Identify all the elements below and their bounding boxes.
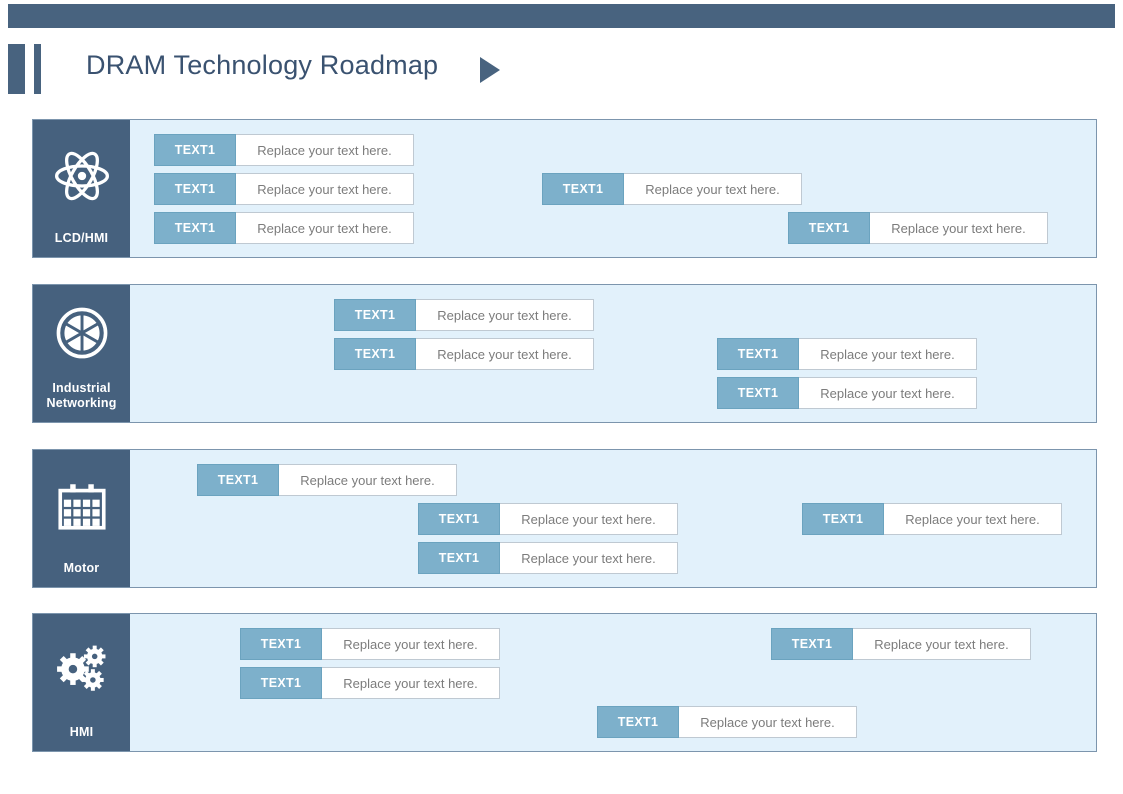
milestone-chip-tag[interactable]: TEXT1	[771, 628, 853, 660]
row-category-label: Motor	[63, 561, 100, 576]
row-category-label: Industrial Networking	[46, 380, 117, 411]
row-category-label: LCD/HMI	[54, 231, 109, 246]
milestone-chip[interactable]: TEXT1 Replace your text here.	[788, 212, 1048, 244]
title-mark-thin	[34, 44, 41, 94]
milestone-chip-tag[interactable]: TEXT1	[418, 503, 500, 535]
gears-icon	[33, 614, 130, 725]
milestone-chip[interactable]: TEXT1 Replace your text here.	[542, 173, 802, 205]
milestone-chip-text[interactable]: Replace your text here.	[279, 464, 457, 496]
row-timeline-body: TEXT1 Replace your text here. TEXT1 Replace…	[130, 285, 1096, 422]
milestone-chip-tag[interactable]: TEXT1	[334, 299, 416, 331]
milestone-chip[interactable]: TEXT1 Replace your text here.	[334, 299, 594, 331]
milestone-chip[interactable]: TEXT1 Replace your text here.	[334, 338, 594, 370]
milestone-chip-text[interactable]: Replace your text here.	[799, 338, 977, 370]
milestone-chip-text[interactable]: Replace your text here.	[236, 173, 414, 205]
milestone-chip-text[interactable]: Replace your text here.	[884, 503, 1062, 535]
milestone-chip-text[interactable]: Replace your text here.	[416, 338, 594, 370]
milestone-chip-text[interactable]: Replace your text here.	[870, 212, 1048, 244]
roadmap-row: Industrial Networking TEXT1 Replace your t…	[32, 284, 1097, 423]
row-icon-panel: HMI	[33, 614, 130, 751]
row-timeline-body: TEXT1 Replace your text here. TEXT1 Replace…	[130, 450, 1096, 587]
milestone-chip-text[interactable]: Replace your text here.	[236, 212, 414, 244]
milestone-chip-text[interactable]: Replace your text here.	[236, 134, 414, 166]
row-icon-panel: LCD/HMI	[33, 120, 130, 257]
milestone-chip-text[interactable]: Replace your text here.	[500, 503, 678, 535]
atom-icon	[33, 120, 130, 231]
milestone-chip-text[interactable]: Replace your text here.	[679, 706, 857, 738]
milestone-chip-text[interactable]: Replace your text here.	[624, 173, 802, 205]
milestone-chip-text[interactable]: Replace your text here.	[799, 377, 977, 409]
milestone-chip[interactable]: TEXT1 Replace your text here.	[802, 503, 1062, 535]
row-icon-panel: Motor	[33, 450, 130, 587]
milestone-chip-tag[interactable]: TEXT1	[154, 212, 236, 244]
milestone-chip-tag[interactable]: TEXT1	[334, 338, 416, 370]
milestone-chip[interactable]: TEXT1 Replace your text here.	[154, 134, 414, 166]
milestone-chip-tag[interactable]: TEXT1	[240, 628, 322, 660]
row-timeline-body: TEXT1 Replace your text here. TEXT1 Replace…	[130, 120, 1096, 257]
roadmap-row: LCD/HMI TEXT1 Replace your text here. TEXT1…	[32, 119, 1097, 258]
row-icon-panel: Industrial Networking	[33, 285, 130, 422]
milestone-chip[interactable]: TEXT1 Replace your text here.	[597, 706, 857, 738]
milestone-chip-tag[interactable]: TEXT1	[154, 173, 236, 205]
aperture-icon	[33, 285, 130, 381]
row-timeline-body: TEXT1 Replace your text here. TEXT1 Replace…	[130, 614, 1096, 751]
milestone-chip[interactable]: TEXT1 Replace your text here.	[771, 628, 1031, 660]
milestone-chip-tag[interactable]: TEXT1	[788, 212, 870, 244]
milestone-chip[interactable]: TEXT1 Replace your text here.	[418, 542, 678, 574]
milestone-chip[interactable]: TEXT1 Replace your text here.	[197, 464, 457, 496]
milestone-chip-tag[interactable]: TEXT1	[418, 542, 500, 574]
milestone-chip[interactable]: TEXT1 Replace your text here.	[240, 667, 500, 699]
milestone-chip-tag[interactable]: TEXT1	[717, 338, 799, 370]
title-accent-marks	[8, 44, 41, 94]
milestone-chip-text[interactable]: Replace your text here.	[853, 628, 1031, 660]
milestone-chip[interactable]: TEXT1 Replace your text here.	[717, 377, 977, 409]
milestone-chip[interactable]: TEXT1 Replace your text here.	[154, 212, 414, 244]
milestone-chip-tag[interactable]: TEXT1	[154, 134, 236, 166]
roadmap-row: Motor TEXT1 Replace your text here. TEXT1 Re…	[32, 449, 1097, 588]
milestone-chip-tag[interactable]: TEXT1	[717, 377, 799, 409]
milestone-chip-tag[interactable]: TEXT1	[197, 464, 279, 496]
milestone-chip-text[interactable]: Replace your text here.	[322, 628, 500, 660]
calendar-icon	[33, 450, 130, 561]
play-triangle-icon	[480, 57, 500, 83]
roadmap-row: HMI TEXT1 Replace your text here. TEXT1 Repl…	[32, 613, 1097, 752]
milestone-chip-tag[interactable]: TEXT1	[802, 503, 884, 535]
milestone-chip-tag[interactable]: TEXT1	[542, 173, 624, 205]
milestone-chip[interactable]: TEXT1 Replace your text here.	[240, 628, 500, 660]
milestone-chip-text[interactable]: Replace your text here.	[416, 299, 594, 331]
top-accent-bar	[8, 4, 1115, 28]
milestone-chip-text[interactable]: Replace your text here.	[500, 542, 678, 574]
title-mark-wide	[8, 44, 25, 94]
milestone-chip[interactable]: TEXT1 Replace your text here.	[717, 338, 977, 370]
page-title: DRAM Technology Roadmap	[86, 50, 439, 80]
milestone-chip[interactable]: TEXT1 Replace your text here.	[418, 503, 678, 535]
row-category-label: HMI	[69, 725, 94, 740]
milestone-chip-text[interactable]: Replace your text here.	[322, 667, 500, 699]
milestone-chip[interactable]: TEXT1 Replace your text here.	[154, 173, 414, 205]
milestone-chip-tag[interactable]: TEXT1	[597, 706, 679, 738]
milestone-chip-tag[interactable]: TEXT1	[240, 667, 322, 699]
